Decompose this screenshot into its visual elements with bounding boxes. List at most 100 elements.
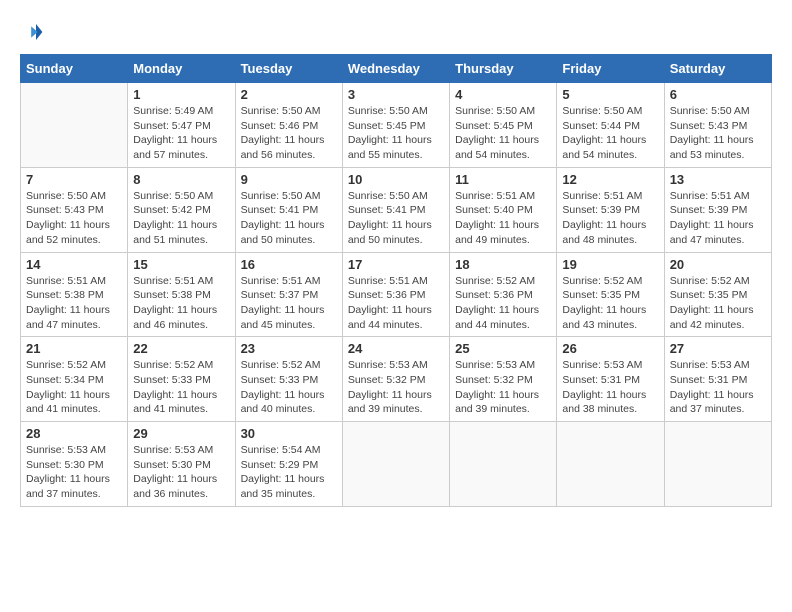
weekday-header: Monday bbox=[128, 55, 235, 83]
calendar-cell bbox=[342, 422, 449, 507]
day-info: Sunrise: 5:51 AMSunset: 5:38 PMDaylight:… bbox=[133, 274, 229, 333]
calendar-cell bbox=[664, 422, 771, 507]
day-number: 30 bbox=[241, 426, 337, 441]
weekday-header: Thursday bbox=[450, 55, 557, 83]
calendar-cell bbox=[557, 422, 664, 507]
calendar-cell bbox=[21, 83, 128, 168]
day-number: 8 bbox=[133, 172, 229, 187]
calendar-cell: 2Sunrise: 5:50 AMSunset: 5:46 PMDaylight… bbox=[235, 83, 342, 168]
day-number: 20 bbox=[670, 257, 766, 272]
calendar-cell: 24 Sunrise: 5:53 AMSunset: 5:32 PMDayligh… bbox=[342, 337, 449, 422]
calendar-cell: 15 Sunrise: 5:51 AMSunset: 5:38 PMDayligh… bbox=[128, 252, 235, 337]
calendar-week-row: 21Sunrise: 5:52 AMSunset: 5:34 PMDayligh… bbox=[21, 337, 772, 422]
day-info: Sunrise: 5:53 AMSunset: 5:30 PMDaylight:… bbox=[133, 443, 229, 502]
day-number: 21 bbox=[26, 341, 122, 356]
day-info: Sunrise: 5:53 AMSunset: 5:30 PMDaylight:… bbox=[26, 443, 122, 502]
day-info: Sunrise: 5:53 AMSunset: 5:31 PMDaylight:… bbox=[562, 358, 658, 417]
logo bbox=[20, 20, 48, 44]
day-number: 19 bbox=[562, 257, 658, 272]
day-number: 28 bbox=[26, 426, 122, 441]
calendar-cell: 30 Sunrise: 5:54 AMSunset: 5:29 PMDayligh… bbox=[235, 422, 342, 507]
day-info: Sunrise: 5:50 AMSunset: 5:46 PMDaylight:… bbox=[241, 104, 337, 163]
weekday-header: Friday bbox=[557, 55, 664, 83]
day-number: 9 bbox=[241, 172, 337, 187]
calendar-cell: 11Sunrise: 5:51 AMSunset: 5:40 PMDayligh… bbox=[450, 167, 557, 252]
calendar-cell: 21Sunrise: 5:52 AMSunset: 5:34 PMDayligh… bbox=[21, 337, 128, 422]
calendar-cell: 17 Sunrise: 5:51 AMSunset: 5:36 PMDayligh… bbox=[342, 252, 449, 337]
calendar-cell: 1 Sunrise: 5:49 AMSunset: 5:47 PMDaylight… bbox=[128, 83, 235, 168]
day-info: Sunrise: 5:54 AMSunset: 5:29 PMDaylight:… bbox=[241, 443, 337, 502]
calendar-cell: 28 Sunrise: 5:53 AMSunset: 5:30 PMDayligh… bbox=[21, 422, 128, 507]
weekday-header: Sunday bbox=[21, 55, 128, 83]
calendar-cell: 18 Sunrise: 5:52 AMSunset: 5:36 PMDayligh… bbox=[450, 252, 557, 337]
day-info: Sunrise: 5:53 AMSunset: 5:31 PMDaylight:… bbox=[670, 358, 766, 417]
day-number: 16 bbox=[241, 257, 337, 272]
calendar-week-row: 7 Sunrise: 5:50 AMSunset: 5:43 PMDaylight… bbox=[21, 167, 772, 252]
day-number: 23 bbox=[241, 341, 337, 356]
calendar-cell: 22 Sunrise: 5:52 AMSunset: 5:33 PMDayligh… bbox=[128, 337, 235, 422]
day-number: 1 bbox=[133, 87, 229, 102]
day-info: Sunrise: 5:50 AMSunset: 5:45 PMDaylight:… bbox=[348, 104, 444, 163]
calendar-cell: 26 Sunrise: 5:53 AMSunset: 5:31 PMDayligh… bbox=[557, 337, 664, 422]
day-info: Sunrise: 5:51 AMSunset: 5:39 PMDaylight:… bbox=[670, 189, 766, 248]
day-info: Sunrise: 5:53 AMSunset: 5:32 PMDaylight:… bbox=[455, 358, 551, 417]
calendar-week-row: 28 Sunrise: 5:53 AMSunset: 5:30 PMDayligh… bbox=[21, 422, 772, 507]
weekday-header: Wednesday bbox=[342, 55, 449, 83]
calendar-cell: 12 Sunrise: 5:51 AMSunset: 5:39 PMDayligh… bbox=[557, 167, 664, 252]
day-info: Sunrise: 5:52 AMSunset: 5:35 PMDaylight:… bbox=[562, 274, 658, 333]
day-number: 26 bbox=[562, 341, 658, 356]
day-info: Sunrise: 5:53 AMSunset: 5:32 PMDaylight:… bbox=[348, 358, 444, 417]
calendar-cell: 14Sunrise: 5:51 AMSunset: 5:38 PMDayligh… bbox=[21, 252, 128, 337]
logo-icon bbox=[20, 20, 44, 44]
calendar-cell: 8 Sunrise: 5:50 AMSunset: 5:42 PMDaylight… bbox=[128, 167, 235, 252]
calendar-cell: 6 Sunrise: 5:50 AMSunset: 5:43 PMDaylight… bbox=[664, 83, 771, 168]
calendar-table: SundayMondayTuesdayWednesdayThursdayFrid… bbox=[20, 54, 772, 507]
day-info: Sunrise: 5:50 AMSunset: 5:43 PMDaylight:… bbox=[670, 104, 766, 163]
day-info: Sunrise: 5:52 AMSunset: 5:33 PMDaylight:… bbox=[241, 358, 337, 417]
day-info: Sunrise: 5:52 AMSunset: 5:36 PMDaylight:… bbox=[455, 274, 551, 333]
day-info: Sunrise: 5:50 AMSunset: 5:43 PMDaylight:… bbox=[26, 189, 122, 248]
weekday-header: Tuesday bbox=[235, 55, 342, 83]
calendar-cell: 4 Sunrise: 5:50 AMSunset: 5:45 PMDaylight… bbox=[450, 83, 557, 168]
calendar-header-row: SundayMondayTuesdayWednesdayThursdayFrid… bbox=[21, 55, 772, 83]
day-number: 6 bbox=[670, 87, 766, 102]
calendar-cell: 3 Sunrise: 5:50 AMSunset: 5:45 PMDaylight… bbox=[342, 83, 449, 168]
day-number: 15 bbox=[133, 257, 229, 272]
day-number: 12 bbox=[562, 172, 658, 187]
day-number: 24 bbox=[348, 341, 444, 356]
day-info: Sunrise: 5:50 AMSunset: 5:44 PMDaylight:… bbox=[562, 104, 658, 163]
calendar-week-row: 1 Sunrise: 5:49 AMSunset: 5:47 PMDaylight… bbox=[21, 83, 772, 168]
day-number: 5 bbox=[562, 87, 658, 102]
day-number: 7 bbox=[26, 172, 122, 187]
day-info: Sunrise: 5:50 AMSunset: 5:42 PMDaylight:… bbox=[133, 189, 229, 248]
weekday-header: Saturday bbox=[664, 55, 771, 83]
calendar-cell: 29 Sunrise: 5:53 AMSunset: 5:30 PMDayligh… bbox=[128, 422, 235, 507]
page-header bbox=[20, 20, 772, 44]
day-info: Sunrise: 5:50 AMSunset: 5:41 PMDaylight:… bbox=[348, 189, 444, 248]
day-number: 22 bbox=[133, 341, 229, 356]
day-info: Sunrise: 5:51 AMSunset: 5:39 PMDaylight:… bbox=[562, 189, 658, 248]
calendar-cell: 13Sunrise: 5:51 AMSunset: 5:39 PMDayligh… bbox=[664, 167, 771, 252]
day-info: Sunrise: 5:50 AMSunset: 5:41 PMDaylight:… bbox=[241, 189, 337, 248]
calendar-cell bbox=[450, 422, 557, 507]
day-number: 4 bbox=[455, 87, 551, 102]
calendar-cell: 20Sunrise: 5:52 AMSunset: 5:35 PMDayligh… bbox=[664, 252, 771, 337]
day-info: Sunrise: 5:49 AMSunset: 5:47 PMDaylight:… bbox=[133, 104, 229, 163]
calendar-cell: 9 Sunrise: 5:50 AMSunset: 5:41 PMDaylight… bbox=[235, 167, 342, 252]
day-number: 3 bbox=[348, 87, 444, 102]
calendar-cell: 25Sunrise: 5:53 AMSunset: 5:32 PMDayligh… bbox=[450, 337, 557, 422]
day-number: 18 bbox=[455, 257, 551, 272]
calendar-cell: 19 Sunrise: 5:52 AMSunset: 5:35 PMDayligh… bbox=[557, 252, 664, 337]
calendar-cell: 16 Sunrise: 5:51 AMSunset: 5:37 PMDayligh… bbox=[235, 252, 342, 337]
day-info: Sunrise: 5:51 AMSunset: 5:36 PMDaylight:… bbox=[348, 274, 444, 333]
day-number: 11 bbox=[455, 172, 551, 187]
day-number: 10 bbox=[348, 172, 444, 187]
day-number: 14 bbox=[26, 257, 122, 272]
day-number: 27 bbox=[670, 341, 766, 356]
day-info: Sunrise: 5:52 AMSunset: 5:33 PMDaylight:… bbox=[133, 358, 229, 417]
day-number: 29 bbox=[133, 426, 229, 441]
day-number: 17 bbox=[348, 257, 444, 272]
day-info: Sunrise: 5:50 AMSunset: 5:45 PMDaylight:… bbox=[455, 104, 551, 163]
day-info: Sunrise: 5:51 AMSunset: 5:37 PMDaylight:… bbox=[241, 274, 337, 333]
calendar-cell: 23 Sunrise: 5:52 AMSunset: 5:33 PMDayligh… bbox=[235, 337, 342, 422]
